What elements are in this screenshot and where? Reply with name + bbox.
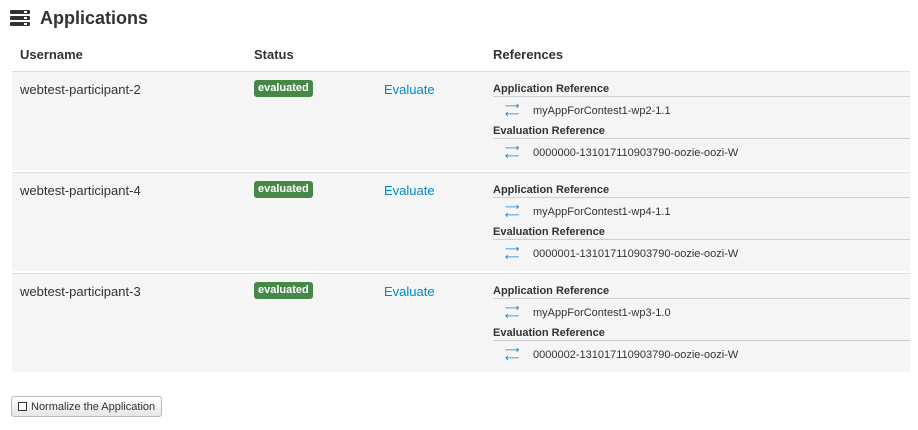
swap-arrows-icon: ⟶ ⟵ [505,345,520,364]
evaluate-link[interactable]: Evaluate [384,284,435,299]
table-row: webtest-participant-4 evaluated Evaluate… [12,172,910,271]
application-reference-value: myAppForContest1-wp4-1.1 [533,206,671,218]
evaluation-reference-value: 0000002-131017110903790-oozie-oozi-W [533,349,739,361]
page-header: Applications [10,6,148,30]
evaluation-reference-value: 0000001-131017110903790-oozie-oozi-W [533,248,739,260]
application-reference-item: ⟶ ⟵ myAppForContest1-wp2-1.1 [493,97,910,125]
swap-arrows-icon: ⟶ ⟵ [505,202,520,221]
header-status: Status [254,47,294,62]
status-badge: evaluated [254,80,313,97]
application-reference-item: ⟶ ⟵ myAppForContest1-wp3-1.0 [493,299,910,327]
references-cell: Application Reference ⟶ ⟵ myAppForContest… [493,184,910,268]
application-reference-item: ⟶ ⟵ myAppForContest1-wp4-1.1 [493,198,910,226]
references-cell: Application Reference ⟶ ⟵ myAppForContest… [493,285,910,369]
status-badge: evaluated [254,181,313,198]
normalize-application-button[interactable]: Normalize the Application [11,396,163,417]
evaluation-reference-item: ⟶ ⟵ 0000000-131017110903790-oozie-oozi-W [493,139,910,167]
evaluation-reference-heading: Evaluation Reference [493,125,910,139]
username-cell: webtest-participant-3 [20,284,141,299]
header-username: Username [20,47,83,62]
evaluation-reference-value: 0000000-131017110903790-oozie-oozi-W [533,147,739,159]
application-reference-heading: Application Reference [493,285,910,299]
table-row: webtest-participant-2 evaluated Evaluate… [12,71,910,170]
evaluation-reference-heading: Evaluation Reference [493,226,910,240]
list-server-icon [10,10,30,26]
evaluate-link[interactable]: Evaluate [384,82,435,97]
table-header: Username Status References [12,46,910,66]
evaluate-link[interactable]: Evaluate [384,183,435,198]
evaluation-reference-item: ⟶ ⟵ 0000002-131017110903790-oozie-oozi-W [493,341,910,369]
status-badge: evaluated [254,282,313,299]
swap-arrows-icon: ⟶ ⟵ [505,303,520,322]
application-reference-value: myAppForContest1-wp2-1.1 [533,105,671,117]
username-cell: webtest-participant-2 [20,82,141,97]
checkbox-icon [18,402,27,411]
swap-arrows-icon: ⟶ ⟵ [505,143,520,162]
swap-arrows-icon: ⟶ ⟵ [505,244,520,263]
application-reference-heading: Application Reference [493,184,910,198]
normalize-button-label: Normalize the Application [31,400,156,413]
header-references: References [493,47,564,62]
references-cell: Application Reference ⟶ ⟵ myAppForContest… [493,83,910,167]
evaluation-reference-item: ⟶ ⟵ 0000001-131017110903790-oozie-oozi-W [493,240,910,268]
page-title: Applications [40,7,149,28]
swap-arrows-icon: ⟶ ⟵ [505,101,520,120]
username-cell: webtest-participant-4 [20,183,141,198]
application-reference-value: myAppForContest1-wp3-1.0 [533,307,671,319]
table-row: webtest-participant-3 evaluated Evaluate… [12,273,910,372]
application-reference-heading: Application Reference [493,83,910,97]
evaluation-reference-heading: Evaluation Reference [493,327,910,341]
